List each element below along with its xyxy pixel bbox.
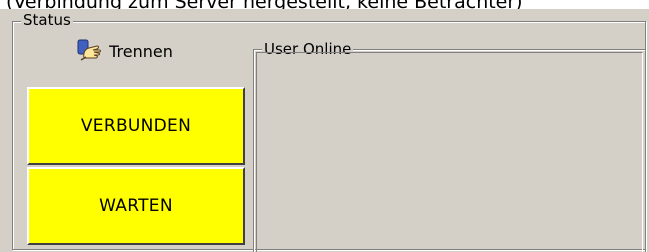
disconnect-button[interactable]: Trennen (26, 34, 224, 68)
user-online-group: User Online (253, 40, 646, 252)
disconnect-button-label: Trennen (109, 41, 173, 61)
connected-state-label: VERBUNDEN (80, 116, 192, 136)
waiting-state-panel: WARTEN (27, 167, 245, 245)
status-group-title: Status (21, 11, 73, 29)
status-window: Status Trennen VERBUNDEN WARTEN User Onl… (0, 9, 649, 252)
status-group: Status Trennen VERBUNDEN WARTEN User Onl… (12, 11, 646, 252)
connected-state-panel: VERBUNDEN (27, 87, 245, 165)
user-online-list[interactable] (256, 52, 643, 252)
hand-icon (77, 38, 103, 64)
waiting-state-label: WARTEN (99, 196, 173, 216)
